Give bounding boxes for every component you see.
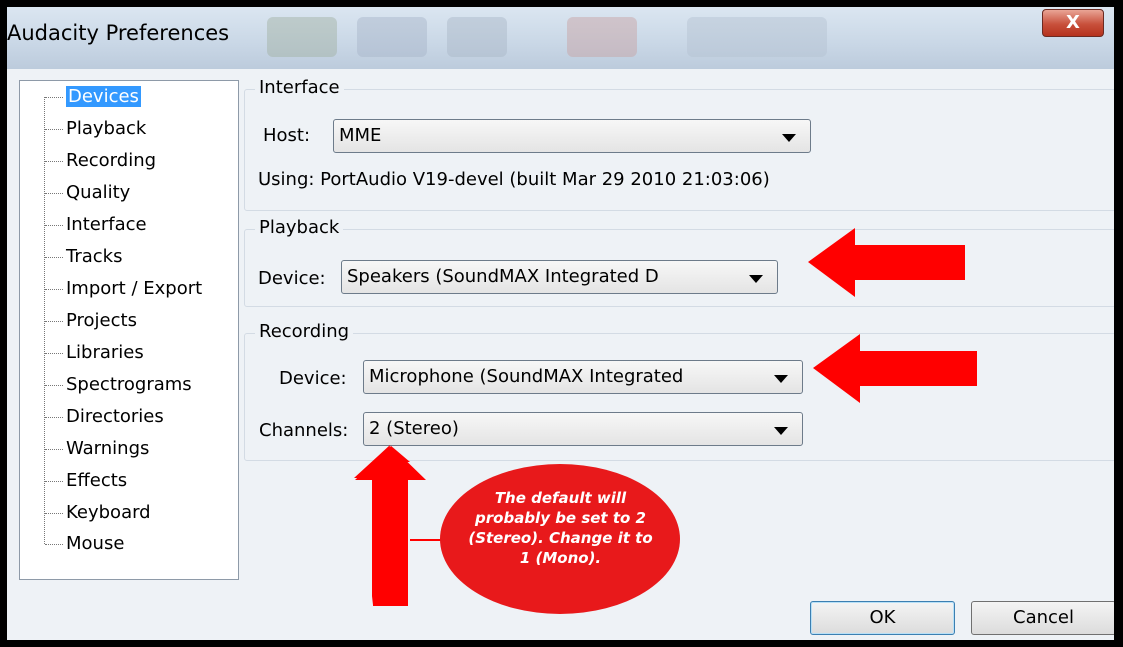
arrow-left-icon xyxy=(813,334,977,403)
arrow-left-icon xyxy=(808,228,965,297)
arrow-up-icon xyxy=(355,446,426,606)
callout-text: The default will probably be set to 2 (S… xyxy=(468,489,653,567)
